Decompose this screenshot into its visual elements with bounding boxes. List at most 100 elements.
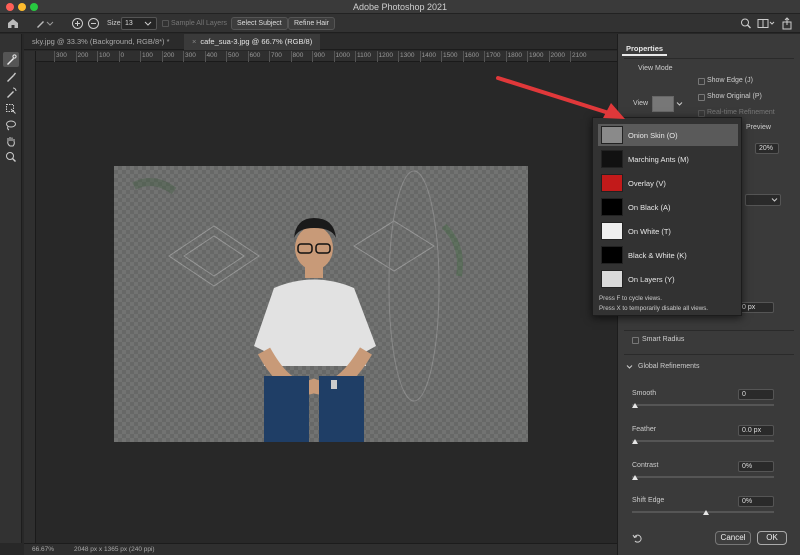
chevron-down-icon[interactable] xyxy=(626,364,633,372)
ruler-tick-label: 400 xyxy=(204,51,218,62)
brush-preset-icon[interactable] xyxy=(34,17,56,32)
refine-hair-button[interactable]: Refine Hair xyxy=(288,17,336,30)
view-option-overlay[interactable]: Overlay (V) xyxy=(598,172,738,194)
show-edge-checkbox[interactable] xyxy=(698,78,705,85)
feather-field[interactable]: 0.0 px xyxy=(738,425,774,436)
divider xyxy=(624,354,794,355)
vertical-ruler xyxy=(24,51,36,543)
shift-edge-field[interactable]: 0% xyxy=(738,496,774,507)
view-option-label: Marching Ants (M) xyxy=(628,154,689,164)
overlay-thumbnail xyxy=(601,174,623,192)
ruler-tick-label: 1100 xyxy=(355,51,371,62)
view-option-on-white[interactable]: On White (T) xyxy=(598,220,738,242)
object-selection-tool-icon[interactable] xyxy=(3,101,19,116)
options-bar: Size: 13 Sample All Layers Select Subjec… xyxy=(0,14,800,33)
home-icon[interactable] xyxy=(6,17,20,32)
view-option-on-layers[interactable]: On Layers (Y) xyxy=(598,268,738,290)
zoom-level[interactable]: 66.67% xyxy=(32,546,54,553)
view-option-label: On White (T) xyxy=(628,226,671,236)
view-option-marching-ants[interactable]: Marching Ants (M) xyxy=(598,148,738,170)
feather-slider[interactable] xyxy=(632,440,774,442)
ruler-tick-label: 1400 xyxy=(419,51,436,62)
add-to-selection-icon[interactable] xyxy=(71,17,84,32)
tab-sky[interactable]: sky.jpg @ 33.3% (Background, RGB/8*) * xyxy=(24,34,178,50)
workspace-icon[interactable] xyxy=(757,17,775,32)
ruler-tick-label: 100 xyxy=(140,51,153,62)
smooth-field[interactable]: 0 xyxy=(738,389,774,400)
sample-all-layers-label: Sample All Layers xyxy=(171,20,228,27)
reset-icon[interactable] xyxy=(632,533,643,546)
hand-tool-icon[interactable] xyxy=(3,133,19,148)
tools-panel xyxy=(0,34,22,543)
view-option-on-black[interactable]: On Black (A) xyxy=(598,196,738,218)
ruler-tick-label: 0 xyxy=(118,51,125,62)
divider xyxy=(624,330,794,331)
ruler-tick-label: 300 xyxy=(54,51,67,62)
on-layers-thumbnail xyxy=(601,270,623,288)
subtract-from-selection-icon[interactable] xyxy=(87,17,100,32)
properties-tab[interactable]: Properties xyxy=(622,42,668,56)
radius-field[interactable]: 0 px xyxy=(738,302,774,313)
cancel-button[interactable]: Cancel xyxy=(715,531,751,545)
document-tabs: sky.jpg @ 33.3% (Background, RGB/8*) * ×… xyxy=(24,34,617,50)
view-option-label: Overlay (V) xyxy=(628,178,666,188)
smooth-slider[interactable] xyxy=(632,404,774,406)
horizontal-ruler: 300 200 100 0 100 200 300 400 500 600 700 800 900 100… xyxy=(36,51,617,62)
global-refinements-title[interactable]: Global Refinements xyxy=(638,363,699,370)
feather-label: Feather xyxy=(632,426,657,433)
view-option-onion-skin[interactable]: Onion Skin (O) xyxy=(598,124,738,146)
realtime-refinement-checkbox[interactable] xyxy=(698,110,705,117)
smooth-slider-knob[interactable] xyxy=(632,403,638,408)
contrast-field[interactable]: 0% xyxy=(738,461,774,472)
close-tab-icon[interactable]: × xyxy=(192,37,196,46)
view-option-label: On Black (A) xyxy=(628,202,671,212)
zoom-tool-icon[interactable] xyxy=(3,149,19,164)
ruler-tick-label: 1300 xyxy=(397,51,415,62)
ruler-tick-label: 500 xyxy=(226,51,239,62)
search-icon[interactable] xyxy=(740,17,752,32)
select-subject-button[interactable]: Select Subject xyxy=(231,17,288,30)
canvas-area[interactable] xyxy=(37,62,617,543)
shift-edge-slider-knob[interactable] xyxy=(703,510,709,515)
ruler-tick-label: 1000 xyxy=(333,51,350,62)
lasso-tool-icon[interactable] xyxy=(3,117,19,132)
chevron-down-icon[interactable] xyxy=(144,20,152,29)
share-icon[interactable] xyxy=(781,17,793,32)
ruler-tick-label: 1800 xyxy=(505,51,522,62)
title-bar: Adobe Photoshop 2021 xyxy=(0,0,800,14)
photo-subject xyxy=(114,166,528,442)
opacity-field[interactable]: 20% xyxy=(755,143,779,154)
ruler-tick-label: 900 xyxy=(312,51,325,62)
show-original-checkbox[interactable] xyxy=(698,94,705,101)
view-option-black-white[interactable]: Black & White (K) xyxy=(598,244,738,266)
contrast-slider-knob[interactable] xyxy=(632,475,638,480)
status-bar: 66.67% 2048 px x 1365 px (240 ppi) xyxy=(24,543,617,555)
view-thumbnail[interactable] xyxy=(652,96,674,112)
divider xyxy=(624,58,794,59)
document-image[interactable] xyxy=(114,166,528,442)
view-option-label: Black & White (K) xyxy=(628,250,687,260)
quick-selection-tool-icon[interactable] xyxy=(3,52,19,67)
ruler-tick-label: 1600 xyxy=(462,51,479,62)
tab-label: sky.jpg @ 33.3% (Background, RGB/8*) * xyxy=(32,37,170,46)
ok-button[interactable]: OK xyxy=(757,531,787,545)
ruler-tick-label: 200 xyxy=(75,51,89,62)
ruler-tick-label: 2100 xyxy=(569,51,587,62)
refine-edge-brush-icon[interactable] xyxy=(3,85,19,100)
ruler-tick-label: 600 xyxy=(247,51,261,62)
brush-tool-icon[interactable] xyxy=(3,69,19,84)
show-original-label: Show Original (P) xyxy=(707,93,762,100)
preview-label: Preview xyxy=(746,124,771,131)
ruler-tick-label: 200 xyxy=(161,51,175,62)
feather-slider-knob[interactable] xyxy=(632,439,638,444)
tab-cafe-sua[interactable]: × cafe_sua-3.jpg @ 66.7% (RGB/8) xyxy=(184,34,321,50)
view-mode-dropdown: Onion Skin (O) Marching Ants (M) Overlay… xyxy=(592,117,742,316)
document-info: 2048 px x 1365 px (240 ppi) xyxy=(74,546,155,553)
chevron-down-icon[interactable] xyxy=(771,197,778,205)
ruler-tick-label: 300 xyxy=(183,51,196,62)
chevron-down-icon[interactable] xyxy=(676,101,683,109)
smart-radius-checkbox[interactable] xyxy=(632,337,639,344)
contrast-slider[interactable] xyxy=(632,476,774,478)
sample-all-layers-checkbox[interactable] xyxy=(162,20,169,27)
realtime-refinement-label: Real-time Refinement xyxy=(707,109,775,116)
